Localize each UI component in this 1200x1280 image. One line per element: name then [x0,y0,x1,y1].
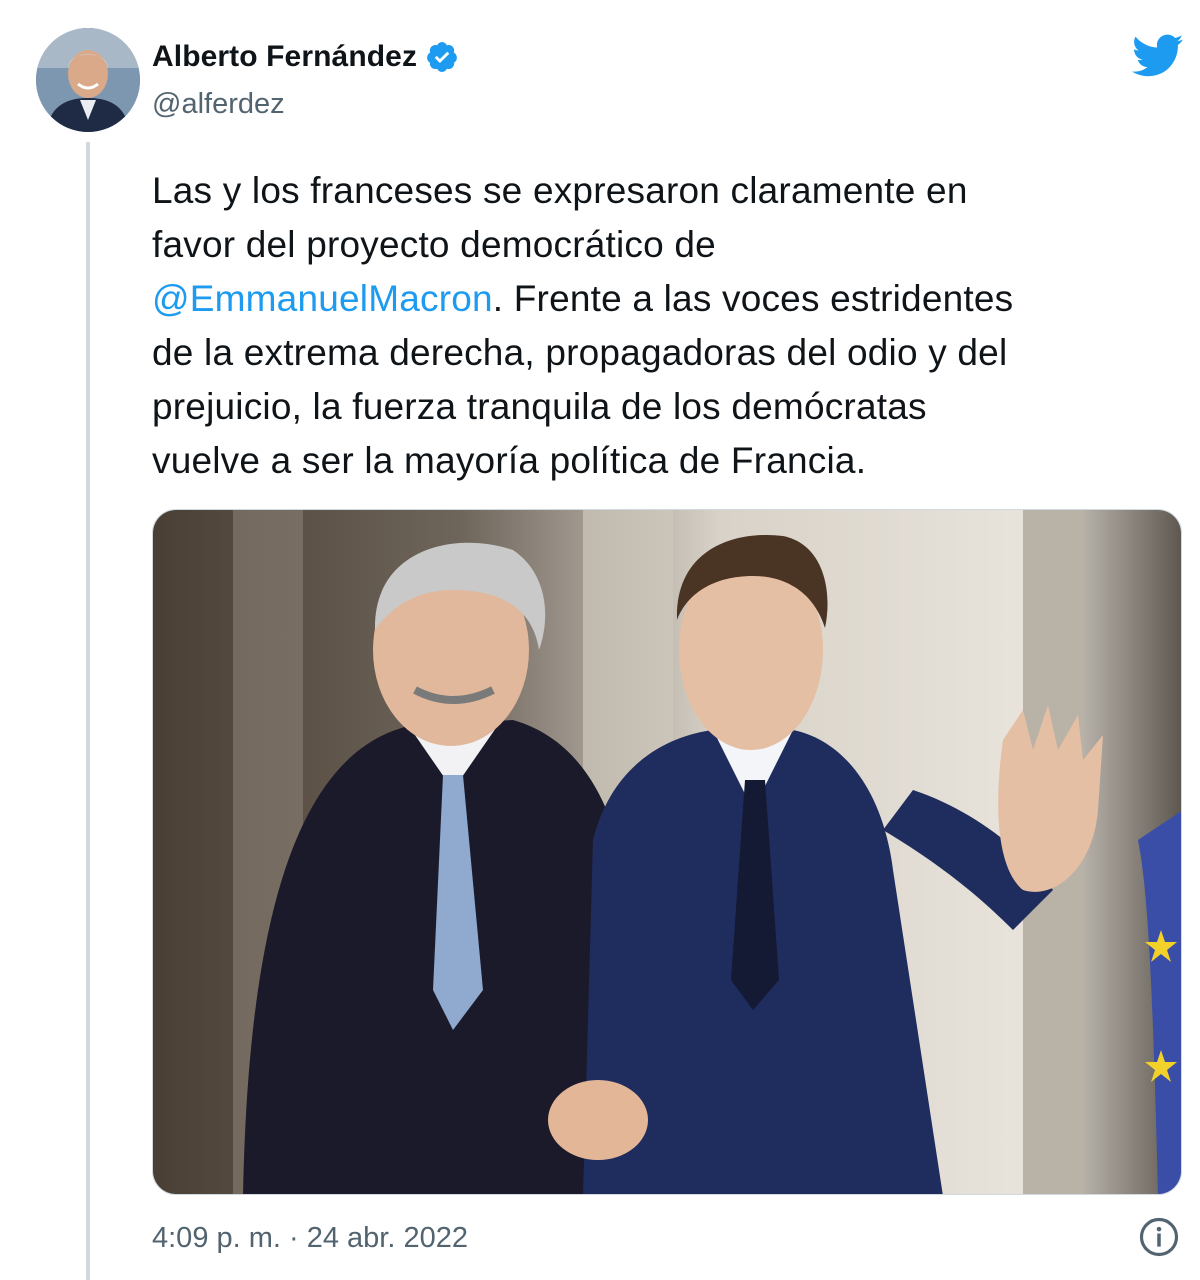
tweet-text-line: . Frente a las voces estridentes [492,278,1014,319]
author-name-row[interactable]: Alberto Fernández [152,40,459,74]
tweet-text-line: vuelve a ser la mayoría política de Fran… [152,440,867,481]
verified-badge-icon [427,42,457,72]
tweet-text-line: de la extrema derecha, propagadoras del … [152,332,1008,373]
tweet-card: Alberto Fernández @alferdez Las y los fr… [0,0,1200,1280]
author-handle[interactable]: @alferdez [152,88,285,121]
author-display-name[interactable]: Alberto Fernández [152,40,417,74]
tweet-text-line: prejuicio, la fuerza tranquila de los de… [152,386,927,427]
tweet-text-line: favor del proyecto democrático de [152,224,716,265]
info-icon[interactable] [1138,1216,1180,1258]
tweet-text: Las y los franceses se expresaron claram… [152,164,1182,488]
tweet-timestamp[interactable]: 4:09 p. m. · 24 abr. 2022 [152,1222,468,1255]
author-avatar[interactable] [36,28,140,132]
twitter-bird-icon[interactable] [1132,34,1184,78]
tweet-photo[interactable] [152,509,1182,1195]
tweet-text-line: Las y los franceses se expresaron claram… [152,170,968,211]
mention-link[interactable]: @EmmanuelMacron [152,278,493,319]
thread-line [86,142,90,1280]
